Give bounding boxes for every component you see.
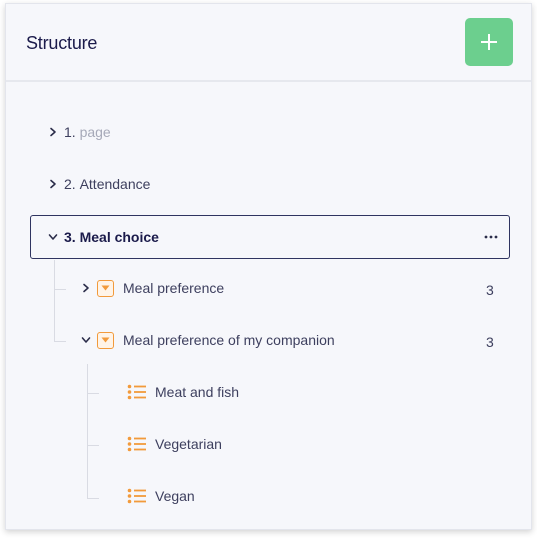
chevron-right-icon[interactable] xyxy=(48,179,58,189)
add-button[interactable] xyxy=(465,18,513,66)
chevron-down-icon[interactable] xyxy=(81,335,91,345)
more-horizontal-icon[interactable] xyxy=(483,230,499,244)
option-item-3[interactable]: Vegan xyxy=(127,476,195,516)
page-label: Meal choice xyxy=(79,229,159,245)
panel-title: Structure xyxy=(26,33,98,53)
list-icon xyxy=(127,384,146,400)
tree-connector xyxy=(87,364,88,499)
structure-panel: Structure 1. page 2. Attendance 3. Meal … xyxy=(5,3,532,530)
page-number: 3. xyxy=(64,229,76,245)
page-label: Attendance xyxy=(79,176,151,192)
dropdown-question-icon xyxy=(97,331,114,349)
page-item-2[interactable]: 2. Attendance xyxy=(48,164,150,204)
tree-connector xyxy=(54,341,66,342)
dropdown-question-icon xyxy=(97,279,114,297)
option-item-2[interactable]: Vegetarian xyxy=(127,424,222,464)
chevron-right-icon[interactable] xyxy=(48,127,58,137)
option-label: Vegetarian xyxy=(155,436,222,452)
tree-connector xyxy=(54,260,55,342)
page-number: 2. xyxy=(64,176,76,192)
chevron-right-icon[interactable] xyxy=(81,283,91,293)
option-item-1[interactable]: Meat and fish xyxy=(127,372,239,412)
question-label: Meal preference xyxy=(123,280,225,296)
page-label: page xyxy=(79,124,111,140)
tree-connector xyxy=(54,289,66,290)
panel-header: Structure xyxy=(6,4,531,82)
question-item-2[interactable]: Meal preference of my companion xyxy=(81,320,335,360)
tree-connector xyxy=(87,498,99,499)
page-number: 1. xyxy=(64,124,76,140)
list-icon xyxy=(127,488,146,504)
question-label: Meal preference of my companion xyxy=(123,332,335,348)
tree-connector xyxy=(87,445,99,446)
question-option-count: 3 xyxy=(486,282,494,298)
chevron-down-icon[interactable] xyxy=(48,232,58,242)
option-label: Vegan xyxy=(155,488,195,504)
question-option-count: 3 xyxy=(486,334,494,350)
tree-connector xyxy=(87,393,99,394)
option-label: Meat and fish xyxy=(155,384,240,400)
page-item-1[interactable]: 1. page xyxy=(48,112,111,152)
plus-icon xyxy=(481,34,497,50)
list-icon xyxy=(127,436,146,452)
question-item-1[interactable]: Meal preference xyxy=(81,268,224,308)
page-item-3[interactable]: 3. Meal choice xyxy=(30,215,510,259)
